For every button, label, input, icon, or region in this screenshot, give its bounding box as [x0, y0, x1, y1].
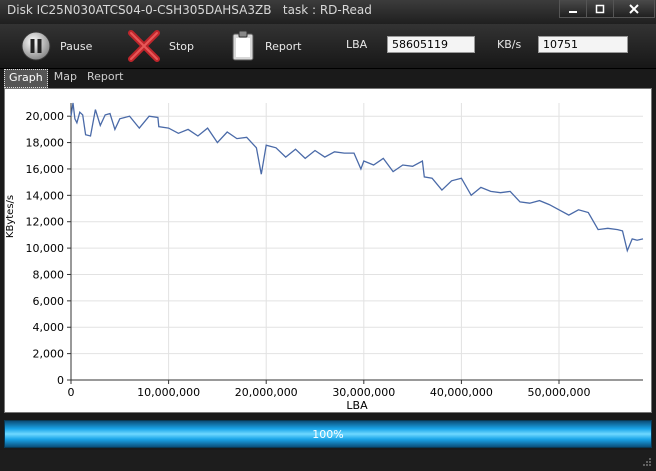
kbs-field[interactable]: 10751: [538, 36, 628, 53]
tab-map[interactable]: Map: [50, 69, 81, 86]
x-tick-label: 40,000,000: [430, 386, 493, 399]
stop-button[interactable]: Stop: [127, 30, 194, 62]
pause-button[interactable]: Pause: [20, 30, 92, 62]
y-tick-label: 12,000: [26, 216, 65, 229]
speed-series-line: [70, 102, 644, 253]
maximize-icon: [595, 4, 605, 13]
x-tick-label: 0: [68, 386, 75, 399]
clipboard-icon: [232, 30, 254, 61]
y-axis-ticks: 0 2,000 4,000 6,000 8,000 10,000 12,000 14,000 1…: [26, 110, 71, 387]
x-tick-label: 50,000,000: [528, 386, 591, 399]
x-axis-label: LBA: [346, 399, 368, 412]
y-tick-label: 20,000: [26, 110, 65, 123]
minimize-button[interactable]: [559, 0, 587, 18]
resize-grip-icon[interactable]: [642, 457, 652, 467]
maximize-button[interactable]: [586, 0, 614, 18]
stop-label: Stop: [169, 39, 195, 53]
x-tick-label: 20,000,000: [235, 386, 298, 399]
window-title: Disk IC25N030ATCS04-0-CSH305DAHSA3ZB tas…: [7, 3, 372, 17]
x-tick-label: 10,000,000: [137, 386, 200, 399]
progress-bar: 100%: [4, 420, 652, 448]
y-tick-label: 0: [57, 374, 64, 387]
y-tick-label: 14,000: [26, 189, 65, 202]
pause-label: Pause: [60, 39, 93, 53]
x-tick-label: 30,000,000: [332, 386, 395, 399]
lba-field[interactable]: 58605119: [387, 36, 475, 53]
graph-panel: 0 2,000 4,000 6,000 8,000 10,000 12,000 14,000 1…: [4, 88, 652, 413]
x-axis-ticks: 0 10,000,000 20,000,000 30,000,000 40,000,00…: [68, 380, 591, 399]
y-tick-label: 4,000: [33, 321, 65, 334]
y-tick-label: 16,000: [26, 163, 65, 176]
y-tick-label: 2,000: [33, 348, 65, 361]
report-button[interactable]: Report: [231, 30, 301, 62]
tab-graph[interactable]: Graph: [4, 69, 48, 88]
y-tick-label: 18,000: [26, 137, 65, 150]
pause-icon: [21, 31, 51, 61]
tab-bar: Graph Map Report: [4, 69, 129, 88]
lba-label: LBA: [346, 38, 368, 51]
speed-chart: 0 2,000 4,000 6,000 8,000 10,000 12,000 14,000 1…: [5, 102, 644, 412]
stop-icon: [128, 30, 160, 62]
title-bar: Disk IC25N030ATCS04-0-CSH305DAHSA3ZB tas…: [0, 0, 656, 24]
close-button[interactable]: [613, 0, 655, 18]
status-bar: [0, 450, 656, 471]
y-tick-label: 10,000: [26, 242, 65, 255]
y-axis-label: KBytes/s: [5, 195, 16, 238]
y-tick-label: 6,000: [33, 295, 65, 308]
minimize-icon: [569, 10, 577, 13]
chart-grid: [70, 103, 643, 381]
y-tick-label: 8,000: [33, 268, 65, 281]
kbs-label: KB/s: [497, 38, 522, 51]
progress-text: 100%: [312, 427, 344, 441]
report-label: Report: [265, 39, 302, 53]
tab-report[interactable]: Report: [83, 69, 127, 86]
close-icon: [629, 3, 639, 14]
